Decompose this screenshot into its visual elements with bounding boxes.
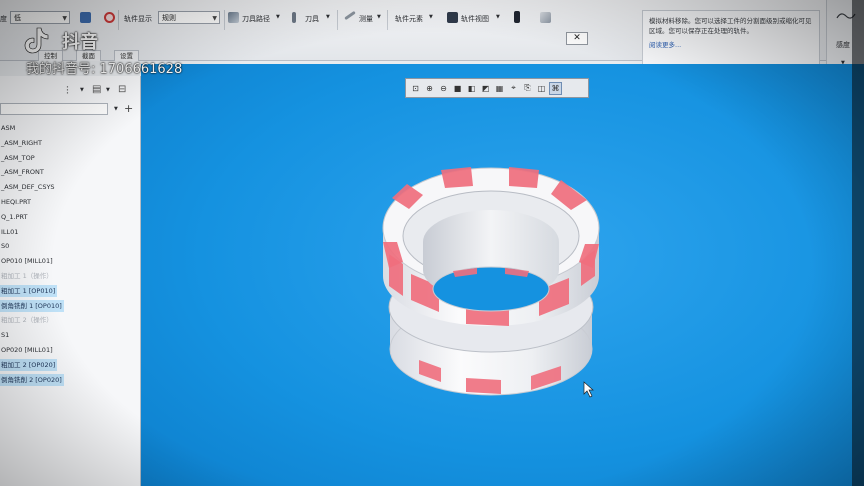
chevron-down-icon: ▼ <box>377 14 381 20</box>
measure-icon <box>344 10 356 21</box>
path-view-button[interactable]: 轨件视图 <box>461 14 489 24</box>
toolpath-icon <box>228 12 239 23</box>
tree-item[interactable]: _ASM_DEF_CSYS <box>0 181 55 193</box>
divider <box>387 10 388 30</box>
chevron-down-icon: ▼ <box>212 15 217 22</box>
path-display-value: 规则 <box>162 14 176 22</box>
path-display-label: 轨件显示 <box>124 15 152 23</box>
screen-bezel <box>852 0 864 486</box>
quality-value: 低 <box>14 14 21 22</box>
chevron-down-icon: ▼ <box>106 87 110 93</box>
divider <box>337 10 338 30</box>
measure-button[interactable]: 测量 <box>359 14 373 24</box>
info-icon[interactable] <box>514 11 520 23</box>
hint-text: 模拟材料移除。您可以选择工件的分割面级别或缩化可见区域。您可以保存正在处理的轨件… <box>649 17 812 35</box>
chevron-down-icon: ▼ <box>80 87 84 93</box>
tree-item[interactable]: 倒角铣削 1 [OP010] <box>0 299 64 312</box>
model-tree-panel: ⫶ ▼ ▤ ▼ ⊟ ▼ + ASM _ASM_RIGHT _ASM_TOP _ASM_… <box>0 76 141 486</box>
tree-item[interactable]: _ASM_TOP <box>0 152 35 164</box>
tree-filter-icon[interactable]: ⫶ <box>66 84 69 98</box>
tree-item[interactable]: _ASM_FRONT <box>0 166 44 178</box>
tree-item[interactable]: ASM <box>0 122 15 134</box>
save-path-icon[interactable] <box>80 12 91 23</box>
divider <box>224 10 225 30</box>
quality-label: 度 <box>0 15 7 23</box>
chevron-down-icon[interactable]: ▼ <box>114 106 118 112</box>
screen: 度 低 ▼ 轨件显示 规则 ▼ 刀具路径 ▼ 刀具 ▼ 测量 ▼ 轨件元素 ▼ … <box>0 0 864 486</box>
ring-part-model[interactable] <box>141 64 864 486</box>
export-icon[interactable] <box>540 12 551 23</box>
path-display-combo[interactable]: 规则 ▼ <box>158 11 220 24</box>
chevron-down-icon: ▼ <box>326 14 330 20</box>
douyin-logo-icon <box>24 27 49 54</box>
mouse-cursor-icon <box>583 381 594 398</box>
watermark-account-id: 我的抖音号: 1706661628 <box>26 62 183 77</box>
tree-item[interactable]: _ASM_RIGHT <box>0 137 42 149</box>
quality-combo[interactable]: 低 ▼ <box>10 11 70 24</box>
tool-icon <box>292 12 296 23</box>
tree-item[interactable]: S1 <box>0 329 9 341</box>
read-more-link[interactable]: 阅读更多... <box>649 39 813 49</box>
chevron-down-icon: ▼ <box>429 14 433 20</box>
add-icon[interactable]: + <box>124 102 133 115</box>
tree-item[interactable]: 粗加工 1 [OP010] <box>0 284 58 297</box>
tree-item[interactable]: Q_1.PRT <box>0 211 28 223</box>
chevron-down-icon: ▼ <box>276 14 280 20</box>
path-view-icon <box>447 12 458 23</box>
tree-search-input[interactable] <box>0 103 108 115</box>
tree-item[interactable]: S0 <box>0 240 9 252</box>
tree-item[interactable]: 粗加工 2（操作） <box>0 314 53 326</box>
tree-item[interactable]: OP020 [MILL01] <box>0 344 53 356</box>
graphics-viewport[interactable]: ⊡ ⊕ ⊖ ■ ◧ ◩ ▦ ⌖ ⎘ ◫ ⌘ <box>141 64 864 486</box>
stop-icon[interactable] <box>104 12 115 23</box>
tree-item[interactable]: 粗加工 1（操作） <box>0 270 53 282</box>
tree-toolbar: ⫶ ▼ ▤ ▼ ⊟ <box>0 80 140 100</box>
bore-bottom <box>432 266 550 312</box>
close-button[interactable]: ✕ <box>566 32 588 45</box>
path-element-button[interactable]: 轨件元素 <box>395 14 423 24</box>
side-label: 感度 <box>836 41 850 49</box>
tree-item[interactable]: ILL01 <box>0 226 18 238</box>
chevron-down-icon: ▼ <box>62 15 67 22</box>
tree-item[interactable]: 粗加工 2 [OP020] <box>0 358 58 371</box>
toolpath-button[interactable]: 刀具路径 <box>242 14 270 24</box>
tree-item[interactable]: 倒角铣削 2 [OP020] <box>0 373 64 386</box>
tool-button[interactable]: 刀具 <box>305 14 319 24</box>
tree-options-icon[interactable]: ⊟ <box>118 84 126 95</box>
watermark-app-name: 抖音 <box>62 32 98 53</box>
divider <box>118 10 119 30</box>
tree-item[interactable]: HEQI.PRT <box>0 196 31 208</box>
chevron-down-icon: ▼ <box>496 14 500 20</box>
hint-panel: 模拟材料移除。您可以选择工件的分割面级别或缩化可见区域。您可以保存正在处理的轨件… <box>642 10 820 70</box>
tree-settings-icon[interactable]: ▤ <box>92 84 101 95</box>
tree-item[interactable]: OP010 [MILL01] <box>0 255 53 267</box>
